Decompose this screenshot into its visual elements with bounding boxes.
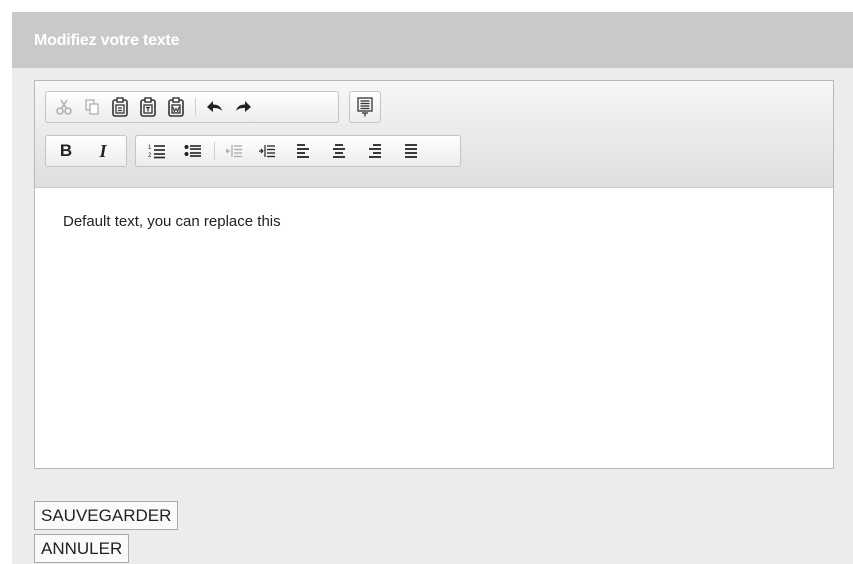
svg-text:2: 2 xyxy=(148,153,152,159)
numbered-list-icon[interactable]: 1 2 xyxy=(144,138,170,164)
cut-icon[interactable] xyxy=(51,94,77,120)
svg-text:1: 1 xyxy=(148,145,152,151)
align-right-icon[interactable] xyxy=(362,138,388,164)
paragraph-group: 1 2 xyxy=(135,135,461,167)
bold-button[interactable]: B xyxy=(53,138,79,164)
paste-word-icon[interactable] xyxy=(163,94,189,120)
redo-icon[interactable] xyxy=(230,94,256,120)
source-icon[interactable] xyxy=(352,94,378,120)
rich-text-editor: B I 1 2 Default text, you can replace th… xyxy=(34,80,834,469)
undo-icon[interactable] xyxy=(202,94,228,120)
source-group xyxy=(349,91,381,123)
indent-icon[interactable] xyxy=(254,138,280,164)
italic-icon: I xyxy=(99,140,107,161)
copy-icon[interactable] xyxy=(79,94,105,120)
basic-style-group: B I xyxy=(45,135,127,167)
clipboard-group xyxy=(45,91,339,123)
editor-toolbar: B I 1 2 xyxy=(35,81,833,188)
panel-title: Modifiez votre texte xyxy=(34,32,180,49)
justify-icon[interactable] xyxy=(398,138,424,164)
italic-button[interactable]: I xyxy=(90,138,116,164)
outdent-icon[interactable] xyxy=(221,138,247,164)
panel-header: Modifiez votre texte xyxy=(12,12,853,68)
paste-icon[interactable] xyxy=(107,94,133,120)
align-center-icon[interactable] xyxy=(326,138,352,164)
bulleted-list-icon[interactable] xyxy=(180,138,206,164)
editor-content[interactable]: Default text, you can replace this xyxy=(63,213,281,230)
align-left-icon[interactable] xyxy=(290,138,316,164)
save-button[interactable]: SAUVEGARDER xyxy=(34,501,179,530)
toolbar-separator xyxy=(195,98,196,116)
paste-text-icon[interactable] xyxy=(135,94,161,120)
bold-icon: B xyxy=(59,141,73,160)
cancel-button[interactable]: ANNULER xyxy=(34,534,130,563)
toolbar-separator xyxy=(214,142,215,160)
edit-panel: Modifiez votre texte B I 1 2 Default tex… xyxy=(12,12,853,564)
